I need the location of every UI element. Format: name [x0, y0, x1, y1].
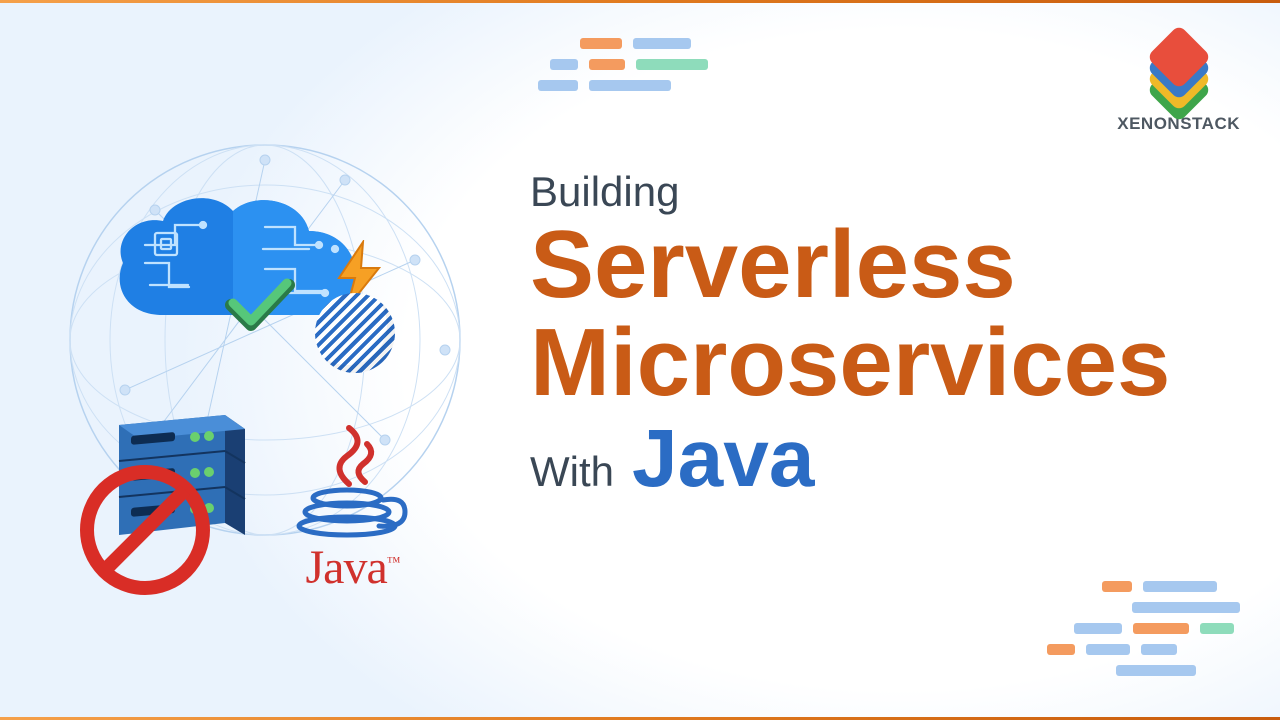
top-accent-bar — [0, 0, 1280, 3]
java-logo: Java™ — [265, 420, 440, 595]
server-rack-icon — [95, 405, 250, 555]
title-line-1: Building — [530, 168, 1170, 216]
code-decoration-top — [580, 38, 708, 91]
title-line-4-prefix: With — [530, 448, 614, 496]
title-block: Building Serverless Microservices With J… — [530, 168, 1170, 506]
striped-sphere-icon — [315, 293, 395, 373]
logo-stack-icon — [1134, 34, 1224, 106]
hero-illustration: Java™ — [55, 140, 475, 600]
brand-logo: XENONSTACK — [1117, 34, 1240, 134]
java-label: Java™ — [265, 540, 440, 595]
java-cup-icon — [293, 420, 413, 540]
title-line-3: Microservices — [530, 314, 1170, 412]
no-symbol-icon — [75, 460, 215, 600]
title-line-4-emph: Java — [632, 412, 814, 506]
title-line-2: Serverless — [530, 216, 1170, 314]
checkmark-icon — [225, 275, 295, 340]
code-decoration-bottom — [1102, 581, 1240, 676]
cloud-circuit-icon — [105, 185, 365, 335]
